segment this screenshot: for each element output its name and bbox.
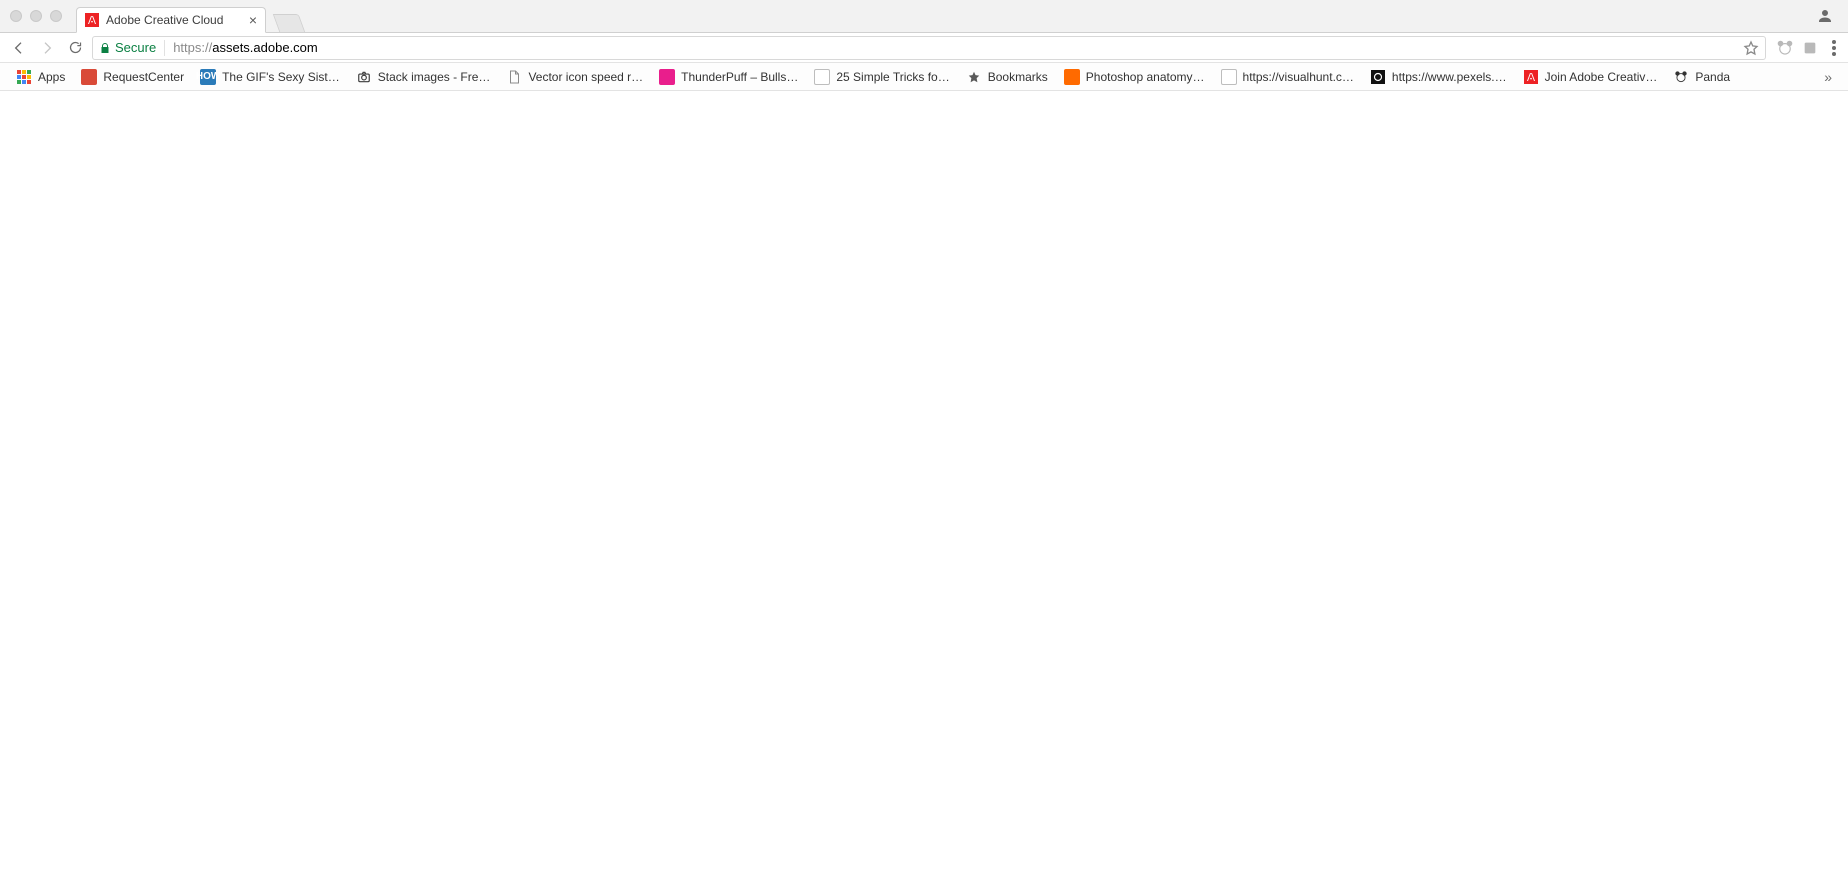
bookmark-label: https://www.pexels.… xyxy=(1392,70,1507,84)
bookmark-item[interactable]: ThunderPuff – Bulls… xyxy=(653,66,804,88)
adobe-icon xyxy=(1523,69,1539,85)
bookmark-label: https://visualhunt.c… xyxy=(1243,70,1354,84)
star-icon xyxy=(966,69,982,85)
tab-strip: Adobe Creative Cloud × xyxy=(76,0,302,32)
bookmark-item[interactable]: Apps xyxy=(10,66,71,88)
url: https://assets.adobe.com xyxy=(173,40,318,55)
bookmark-item[interactable]: https://www.pexels.… xyxy=(1364,66,1513,88)
profile-icon[interactable] xyxy=(1816,7,1834,25)
bookmark-label: Stack images - Fre… xyxy=(378,70,491,84)
close-icon[interactable]: × xyxy=(249,13,257,27)
bookmark-label: The GIF's Sexy Sist… xyxy=(222,70,340,84)
window-minimize-button[interactable] xyxy=(30,10,42,22)
browser-tab-active[interactable]: Adobe Creative Cloud × xyxy=(76,7,266,33)
separator xyxy=(164,40,165,56)
bookmark-item[interactable]: Vector icon speed r… xyxy=(500,66,649,88)
pexels-icon xyxy=(1370,69,1386,85)
bookmark-label: Photoshop anatomy… xyxy=(1086,70,1205,84)
adobe-icon xyxy=(85,13,99,27)
bookmark-label: Panda xyxy=(1695,70,1730,84)
bookmark-label: 25 Simple Tricks fo… xyxy=(836,70,949,84)
bookmark-star-icon[interactable] xyxy=(1743,40,1759,56)
chrome-menu-button[interactable] xyxy=(1828,40,1840,56)
bookmark-item[interactable]: HOW The GIF's Sexy Sist… xyxy=(194,66,346,88)
forward-button[interactable] xyxy=(36,37,58,59)
titlebar: Adobe Creative Cloud × xyxy=(0,0,1848,33)
window-controls xyxy=(10,10,62,22)
panda-icon xyxy=(1673,69,1689,85)
bookmark-item[interactable]: DL 25 Simple Tricks fo… xyxy=(808,66,955,88)
bookmark-item[interactable]: Join Adobe Creativ… xyxy=(1517,66,1664,88)
toolbar: Secure https://assets.adobe.com xyxy=(0,33,1848,63)
photoshop-icon xyxy=(1064,69,1080,85)
visualhunt-icon: V xyxy=(1221,69,1237,85)
dl-icon: DL xyxy=(814,69,830,85)
bookmark-item[interactable]: RequestCenter xyxy=(75,66,190,88)
extension-panda-icon[interactable] xyxy=(1776,39,1794,57)
bookmark-item[interactable]: Bookmarks xyxy=(960,66,1054,88)
camera-icon xyxy=(356,69,372,85)
secure-label: Secure xyxy=(115,40,156,55)
document-icon xyxy=(506,69,522,85)
page-content xyxy=(0,91,1848,871)
bookmark-item[interactable]: Photoshop anatomy… xyxy=(1058,66,1211,88)
how-icon: HOW xyxy=(200,69,216,85)
requestcenter-icon xyxy=(81,69,97,85)
reload-button[interactable] xyxy=(64,37,86,59)
bookmark-label: ThunderPuff – Bulls… xyxy=(681,70,798,84)
bookmarks-bar: Apps RequestCenter HOW The GIF's Sexy Sist…… xyxy=(0,63,1848,91)
extension-icons xyxy=(1772,39,1822,57)
window-close-button[interactable] xyxy=(10,10,22,22)
bookmark-item[interactable]: Stack images - Fre… xyxy=(350,66,497,88)
bookmark-label: Apps xyxy=(38,70,65,84)
lock-icon xyxy=(99,42,111,54)
window-zoom-button[interactable] xyxy=(50,10,62,22)
thunderpuff-icon xyxy=(659,69,675,85)
tab-title: Adobe Creative Cloud xyxy=(106,13,223,27)
address-bar[interactable]: Secure https://assets.adobe.com xyxy=(92,36,1766,60)
bookmarks-overflow-button[interactable]: » xyxy=(1818,69,1838,85)
bookmark-item[interactable]: Vhttps://visualhunt.c… xyxy=(1215,66,1360,88)
apps-icon xyxy=(16,69,32,85)
bookmark-label: Vector icon speed r… xyxy=(528,70,643,84)
bookmark-item[interactable]: Panda xyxy=(1667,66,1736,88)
bookmark-label: Join Adobe Creativ… xyxy=(1545,70,1658,84)
extension-box-icon[interactable] xyxy=(1802,40,1818,56)
new-tab-button[interactable] xyxy=(273,14,306,32)
browser-window: Adobe Creative Cloud × Secure https:/ xyxy=(0,0,1848,871)
bookmark-label: Bookmarks xyxy=(988,70,1048,84)
back-button[interactable] xyxy=(8,37,30,59)
bookmark-label: RequestCenter xyxy=(103,70,184,84)
